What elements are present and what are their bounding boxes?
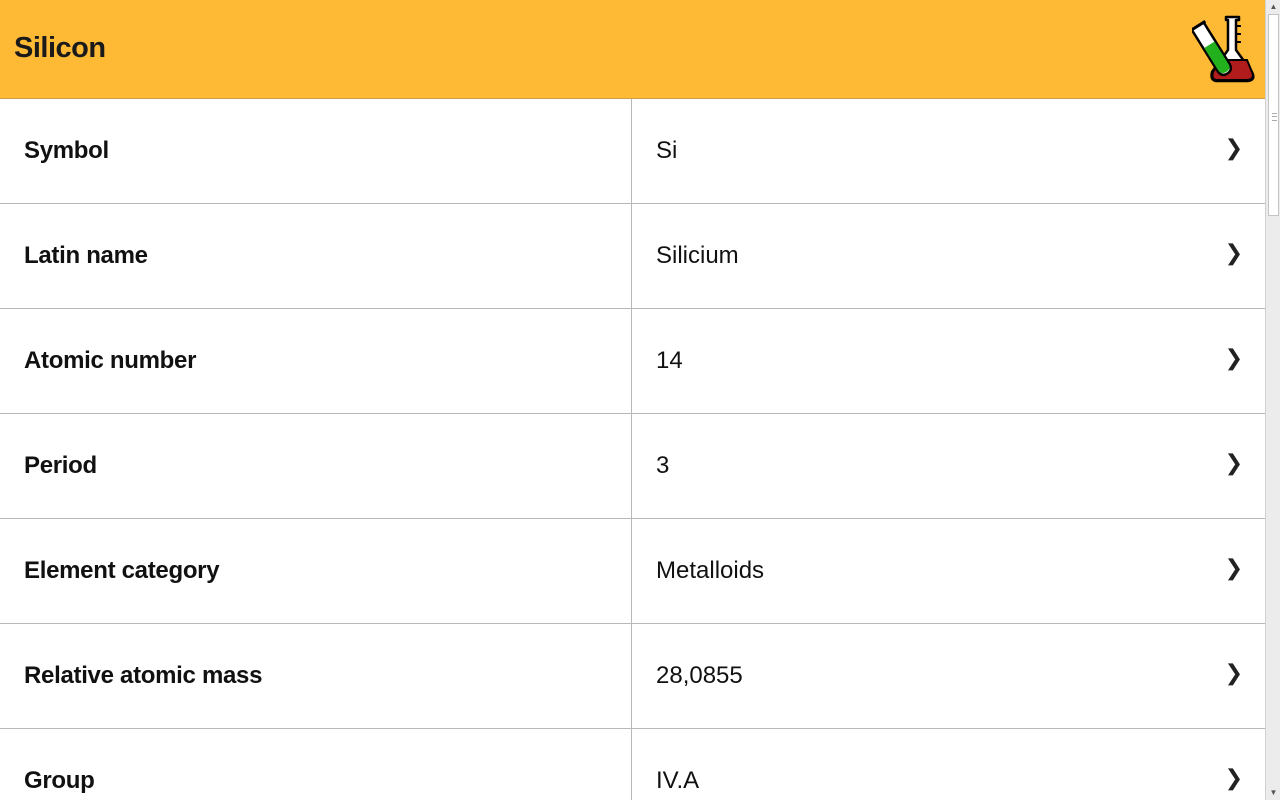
property-value: Silicium bbox=[656, 242, 739, 269]
table-row: Symbol Si ❯ bbox=[0, 99, 1265, 204]
table-row: Latin name Silicium ❯ bbox=[0, 204, 1265, 309]
table-row: Relative atomic mass 28,0855 ❯ bbox=[0, 624, 1265, 729]
property-label-cell: Period bbox=[0, 414, 632, 518]
scroll-down-arrow-icon[interactable]: ▼ bbox=[1266, 786, 1280, 800]
property-value-cell[interactable]: 14 ❯ bbox=[632, 309, 1265, 413]
property-label-cell: Relative atomic mass bbox=[0, 624, 632, 728]
grip-icon bbox=[1272, 113, 1277, 121]
chevron-right-icon: ❯ bbox=[1224, 450, 1243, 475]
element-detail-app: Silicon Symbol Si ❯ Latin name Silicium … bbox=[0, 0, 1265, 800]
table-row: Atomic number 14 ❯ bbox=[0, 309, 1265, 414]
properties-table: Symbol Si ❯ Latin name Silicium ❯ Atomic… bbox=[0, 99, 1265, 800]
property-value: 28,0855 bbox=[656, 662, 743, 689]
property-label: Group bbox=[24, 767, 95, 794]
chevron-right-icon: ❯ bbox=[1224, 240, 1243, 265]
table-row: Period 3 ❯ bbox=[0, 414, 1265, 519]
scrollbar-thumb[interactable] bbox=[1268, 14, 1279, 216]
chemistry-flask-icon bbox=[1189, 14, 1256, 84]
property-value-cell[interactable]: Si ❯ bbox=[632, 99, 1265, 203]
property-label-cell: Symbol bbox=[0, 99, 632, 203]
table-row: Element category Metalloids ❯ bbox=[0, 519, 1265, 624]
property-value-cell[interactable]: 3 ❯ bbox=[632, 414, 1265, 518]
scroll-up-arrow-icon[interactable]: ▲ bbox=[1266, 0, 1280, 14]
property-value: 3 bbox=[656, 452, 670, 479]
property-label-cell: Atomic number bbox=[0, 309, 632, 413]
property-value: Metalloids bbox=[656, 557, 765, 584]
property-label: Relative atomic mass bbox=[24, 662, 263, 689]
chevron-right-icon: ❯ bbox=[1224, 660, 1243, 685]
app-header: Silicon bbox=[0, 0, 1265, 99]
property-label-cell: Element category bbox=[0, 519, 632, 623]
property-label: Atomic number bbox=[24, 347, 197, 374]
property-label-cell: Latin name bbox=[0, 204, 632, 308]
page-title: Silicon bbox=[14, 32, 106, 64]
property-value-cell[interactable]: Metalloids ❯ bbox=[632, 519, 1265, 623]
property-value-cell[interactable]: IV.A ❯ bbox=[632, 729, 1265, 800]
chevron-right-icon: ❯ bbox=[1224, 555, 1243, 580]
property-value-cell[interactable]: 28,0855 ❯ bbox=[632, 624, 1265, 728]
property-value: IV.A bbox=[656, 767, 700, 794]
chevron-right-icon: ❯ bbox=[1224, 345, 1243, 370]
property-label: Latin name bbox=[24, 242, 148, 269]
chevron-right-icon: ❯ bbox=[1224, 135, 1243, 160]
property-label: Element category bbox=[24, 557, 220, 584]
vertical-scrollbar[interactable]: ▲ ▼ bbox=[1265, 0, 1280, 800]
property-label: Symbol bbox=[24, 137, 109, 164]
property-value: Si bbox=[656, 137, 678, 164]
table-row: Group IV.A ❯ bbox=[0, 729, 1265, 800]
property-value: 14 bbox=[656, 347, 683, 374]
property-label: Period bbox=[24, 452, 97, 479]
property-label-cell: Group bbox=[0, 729, 632, 800]
chevron-right-icon: ❯ bbox=[1224, 765, 1243, 790]
property-value-cell[interactable]: Silicium ❯ bbox=[632, 204, 1265, 308]
